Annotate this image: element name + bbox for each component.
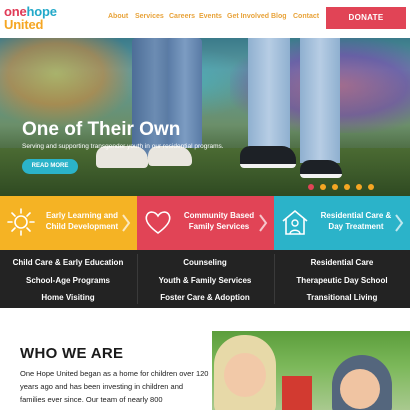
carousel-dot[interactable] <box>356 184 362 190</box>
chevron-right-icon <box>122 214 131 232</box>
nav-get-involved[interactable]: Get Involved <box>227 13 269 20</box>
program-link[interactable]: Home Visiting <box>0 289 136 306</box>
card-title: Community Based Family Services <box>183 211 255 231</box>
hero-subtitle: Serving and supporting transgender youth… <box>22 143 224 150</box>
carousel-dot[interactable] <box>308 184 314 190</box>
card-title: Early Learning and Child Development <box>45 211 119 231</box>
program-link[interactable]: Therapeutic Day School <box>274 272 410 289</box>
hero-shoe <box>300 160 342 178</box>
carousel-dot[interactable] <box>332 184 338 190</box>
nav-services[interactable]: Services <box>135 13 164 20</box>
program-link[interactable]: Residential Care <box>274 254 410 271</box>
child-face <box>224 353 266 397</box>
program-link[interactable]: Foster Care & Adoption <box>137 289 273 306</box>
carousel-dot[interactable] <box>368 184 374 190</box>
program-list: Child Care & Early Education Counseling … <box>0 250 410 308</box>
program-link[interactable]: Transitional Living <box>274 289 410 306</box>
house-person-icon <box>282 209 308 235</box>
hero-banner: One of Their Own Serving and supporting … <box>0 38 410 196</box>
nav-contact[interactable]: Contact <box>293 13 319 20</box>
chevron-right-icon <box>395 214 404 232</box>
sun-icon <box>7 208 35 236</box>
program-link[interactable]: Counseling <box>137 254 273 271</box>
logo-word-united: United <box>4 17 44 32</box>
read-more-button[interactable]: READ MORE <box>22 159 78 174</box>
who-we-are-section: WHO WE ARE One Hope United began as a ho… <box>0 308 410 410</box>
hero-shoe <box>240 146 296 168</box>
one-hope-united-logo[interactable]: onehope United <box>4 5 66 33</box>
heart-icon <box>145 211 171 234</box>
carousel-dot[interactable] <box>320 184 326 190</box>
card-title: Residential Care & Day Treatment <box>320 211 392 231</box>
hero-leg <box>248 38 290 148</box>
child-face <box>340 369 380 409</box>
chevron-right-icon <box>259 214 268 232</box>
hero-leg <box>300 38 340 163</box>
program-link[interactable]: Youth & Family Services <box>137 272 273 289</box>
nav-events[interactable]: Events <box>199 13 222 20</box>
program-link[interactable]: Child Care & Early Education <box>0 254 136 271</box>
children-photo <box>212 331 410 410</box>
section-text: One Hope United began as a home for chil… <box>20 369 209 404</box>
section-title: WHO WE ARE <box>20 345 124 362</box>
playground-slide <box>282 376 312 410</box>
hero-title: One of Their Own <box>22 119 181 140</box>
hero-graffiti-yellow <box>0 38 140 128</box>
card-residential-care[interactable]: Residential Care & Day Treatment <box>274 196 410 250</box>
nav-blog[interactable]: Blog <box>271 13 287 20</box>
nav-about[interactable]: About <box>108 13 128 20</box>
donate-button[interactable]: DONATE <box>326 7 406 29</box>
nav-careers[interactable]: Careers <box>169 13 195 20</box>
program-link[interactable]: School-Age Programs <box>0 272 136 289</box>
card-community-based[interactable]: Community Based Family Services <box>137 196 274 250</box>
carousel-dot[interactable] <box>344 184 350 190</box>
site-header: onehope United About Services Careers Ev… <box>0 0 410 38</box>
card-early-learning[interactable]: Early Learning and Child Development <box>0 196 137 250</box>
